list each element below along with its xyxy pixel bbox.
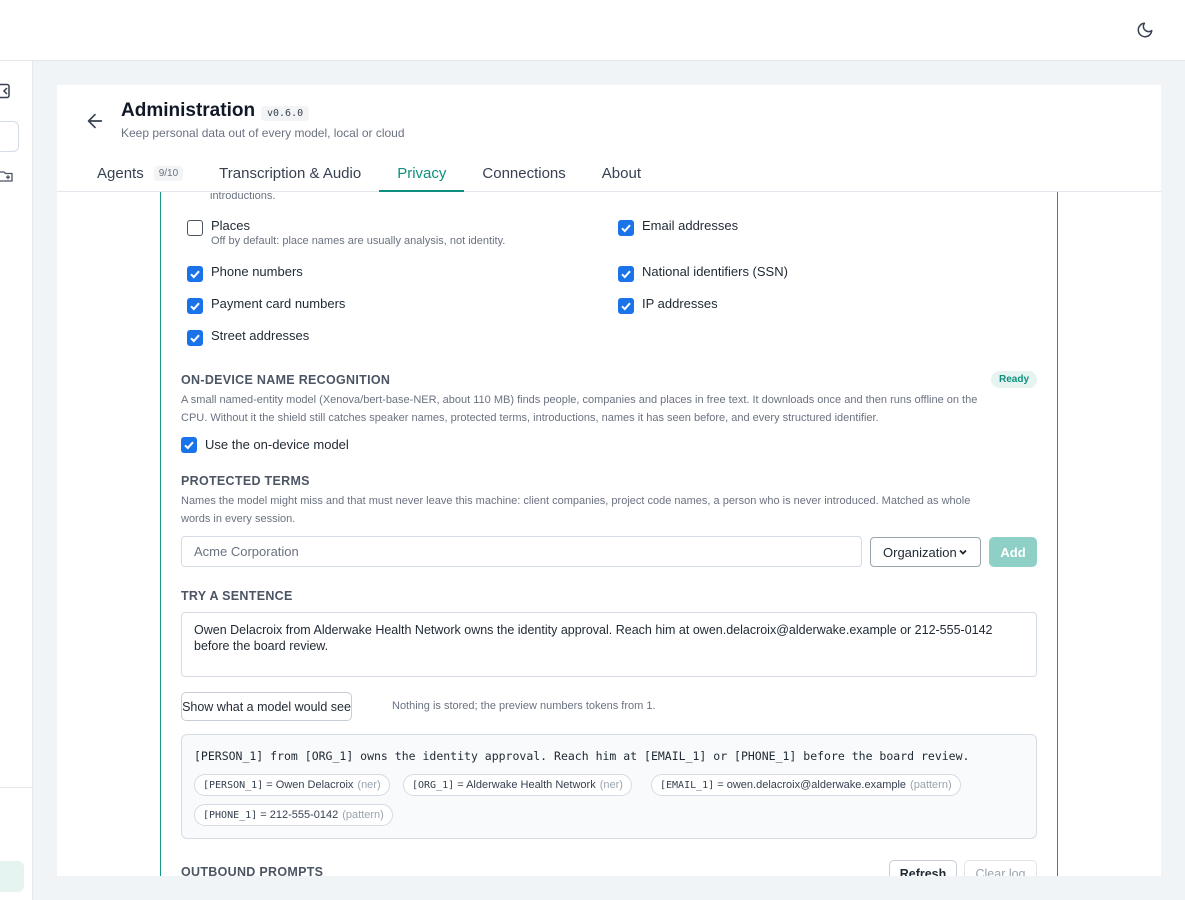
masked-preview: [PERSON_1] from [ORG_1] owns the identit… bbox=[181, 734, 1037, 839]
ip-addresses-label: IP addresses bbox=[642, 296, 718, 311]
tab-count-badge: 9/10 bbox=[153, 166, 184, 181]
email-addresses-label: Email addresses bbox=[642, 218, 739, 233]
tab-about[interactable]: About bbox=[584, 155, 659, 192]
checkmark-icon bbox=[621, 270, 631, 279]
checkmark-icon bbox=[621, 224, 631, 233]
token-source: (ner) bbox=[599, 779, 623, 791]
token-mapping-chip: [ORG_1] = Alderwake Health Network (ner) bbox=[403, 774, 632, 796]
top-bar bbox=[0, 0, 1185, 61]
protected-terms-description-line-2: words in every session. bbox=[181, 513, 296, 525]
token-name: [EMAIL_1] bbox=[660, 779, 715, 791]
tab-transcription-audio[interactable]: Transcription & Audio bbox=[201, 155, 379, 192]
tab-connections[interactable]: Connections bbox=[464, 155, 583, 192]
tab-privacy[interactable]: Privacy bbox=[379, 155, 465, 192]
places-label: Places bbox=[211, 218, 251, 233]
checkmark-icon bbox=[190, 270, 200, 279]
ner-status-badge: Ready bbox=[990, 371, 1037, 388]
protected-term-input[interactable]: Acme Corporation bbox=[181, 536, 862, 567]
sidebar-divider bbox=[0, 787, 33, 788]
refresh-button[interactable]: Refresh bbox=[889, 860, 957, 876]
checkmark-icon bbox=[621, 302, 631, 311]
show-model-view-button[interactable]: Show what a model would see bbox=[181, 692, 352, 721]
token-name: [ORG_1] bbox=[412, 779, 455, 791]
token-source: (pattern) bbox=[342, 809, 384, 821]
ner-description-line-1: A small named-entity model (Xenova/bert-… bbox=[181, 394, 978, 406]
ip-addresses-checkbox[interactable] bbox=[618, 298, 634, 314]
use-on-device-model-label: Use the on-device model bbox=[205, 437, 349, 452]
ner-heading: ON-DEVICE NAME RECOGNITION bbox=[181, 373, 391, 387]
ner-description: A small named-entity model (Xenova/bert-… bbox=[181, 391, 1041, 427]
phone-numbers-label: Phone numbers bbox=[211, 264, 303, 279]
phone-numbers-checkbox[interactable] bbox=[187, 266, 203, 282]
tab-label: Agents bbox=[97, 165, 144, 182]
places-hint: Off by default: place names are usually … bbox=[211, 235, 506, 247]
sentence-line-2: before the board review. bbox=[194, 639, 329, 653]
token-mapping-chip: [PERSON_1] = Owen Delacroix (ner) bbox=[194, 774, 390, 796]
panel-header: Administration v0.6.0 Keep personal data… bbox=[57, 85, 1161, 192]
places-checkbox[interactable] bbox=[187, 220, 203, 236]
payment-card-numbers-label: Payment card numbers bbox=[211, 296, 346, 311]
token-mapping-chip: [EMAIL_1] = owen.delacroix@alderwake.exa… bbox=[651, 774, 961, 796]
page-subtitle: Keep personal data out of every model, l… bbox=[121, 126, 405, 140]
payment-card-numbers-checkbox[interactable] bbox=[187, 298, 203, 314]
ner-description-line-2: CPU. Without it the shield still catches… bbox=[181, 412, 879, 424]
national-identifiers-checkbox[interactable] bbox=[618, 266, 634, 282]
protected-terms-description-line-1: Names the model might miss and that must… bbox=[181, 495, 971, 507]
token-value: = 212-555-0142 bbox=[260, 809, 339, 821]
moon-icon[interactable] bbox=[1135, 20, 1155, 40]
checkmark-icon bbox=[190, 302, 200, 311]
tab-label: Privacy bbox=[397, 165, 447, 182]
tab-bar: Agents 9/10 Transcription & Audio Privac… bbox=[77, 155, 659, 192]
add-term-button[interactable]: Add bbox=[989, 537, 1037, 567]
checkmark-icon bbox=[184, 441, 194, 450]
sidebar-collapse-icon[interactable] bbox=[0, 83, 12, 99]
masked-sentence: [PERSON_1] from [ORG_1] owns the identit… bbox=[194, 749, 970, 763]
tab-label: About bbox=[601, 165, 641, 182]
token-name: [PERSON_1] bbox=[203, 779, 264, 791]
try-sentence-textarea[interactable]: Owen Delacroix from Alderwake Health Net… bbox=[181, 612, 1037, 677]
version-badge: v0.6.0 bbox=[261, 106, 310, 121]
token-mapping-chip: [PHONE_1] = 212-555-0142 (pattern) bbox=[194, 804, 393, 826]
token-name: [PHONE_1] bbox=[203, 809, 258, 821]
try-sentence-heading: TRY A SENTENCE bbox=[181, 589, 293, 603]
sidebar-search-input[interactable] bbox=[0, 121, 19, 152]
national-identifiers-label: National identifiers (SSN) bbox=[642, 264, 788, 279]
arrow-left-icon[interactable] bbox=[84, 110, 106, 132]
token-source: (ner) bbox=[357, 779, 381, 791]
clear-log-button[interactable]: Clear log bbox=[964, 860, 1037, 876]
token-value: = Owen Delacroix bbox=[266, 779, 354, 791]
token-value: = Alderwake Health Network bbox=[457, 779, 596, 791]
privacy-settings-card: introductions. Places Off by default: pl… bbox=[160, 190, 1058, 876]
term-type-select[interactable]: Organization bbox=[870, 537, 981, 567]
term-type-selected-value: Organization bbox=[883, 544, 957, 560]
protected-terms-description: Names the model might miss and that must… bbox=[181, 492, 1041, 528]
admin-panel: Administration v0.6.0 Keep personal data… bbox=[57, 85, 1161, 876]
email-addresses-checkbox[interactable] bbox=[618, 220, 634, 236]
protected-terms-heading: PROTECTED TERMS bbox=[181, 474, 310, 488]
folder-plus-icon[interactable] bbox=[0, 169, 14, 183]
street-addresses-checkbox[interactable] bbox=[187, 330, 203, 346]
use-on-device-model-checkbox[interactable] bbox=[181, 437, 197, 453]
tab-label: Transcription & Audio bbox=[219, 165, 362, 182]
street-addresses-label: Street addresses bbox=[211, 328, 310, 343]
checkmark-icon bbox=[190, 334, 200, 343]
tab-label: Connections bbox=[482, 165, 566, 182]
tab-agents[interactable]: Agents 9/10 bbox=[77, 155, 201, 192]
chevron-down-icon bbox=[959, 549, 967, 555]
token-source: (pattern) bbox=[910, 779, 952, 791]
token-value: = owen.delacroix@alderwake.example bbox=[717, 779, 907, 791]
sentence-line-1: Owen Delacroix from Alderwake Health Net… bbox=[194, 623, 993, 637]
preview-note: Nothing is stored; the preview numbers t… bbox=[392, 700, 656, 712]
sidebar-active-item[interactable] bbox=[0, 861, 24, 892]
page-title: Administration bbox=[121, 100, 256, 121]
sidebar bbox=[0, 61, 33, 900]
outbound-prompts-heading: OUTBOUND PROMPTS bbox=[181, 865, 324, 876]
